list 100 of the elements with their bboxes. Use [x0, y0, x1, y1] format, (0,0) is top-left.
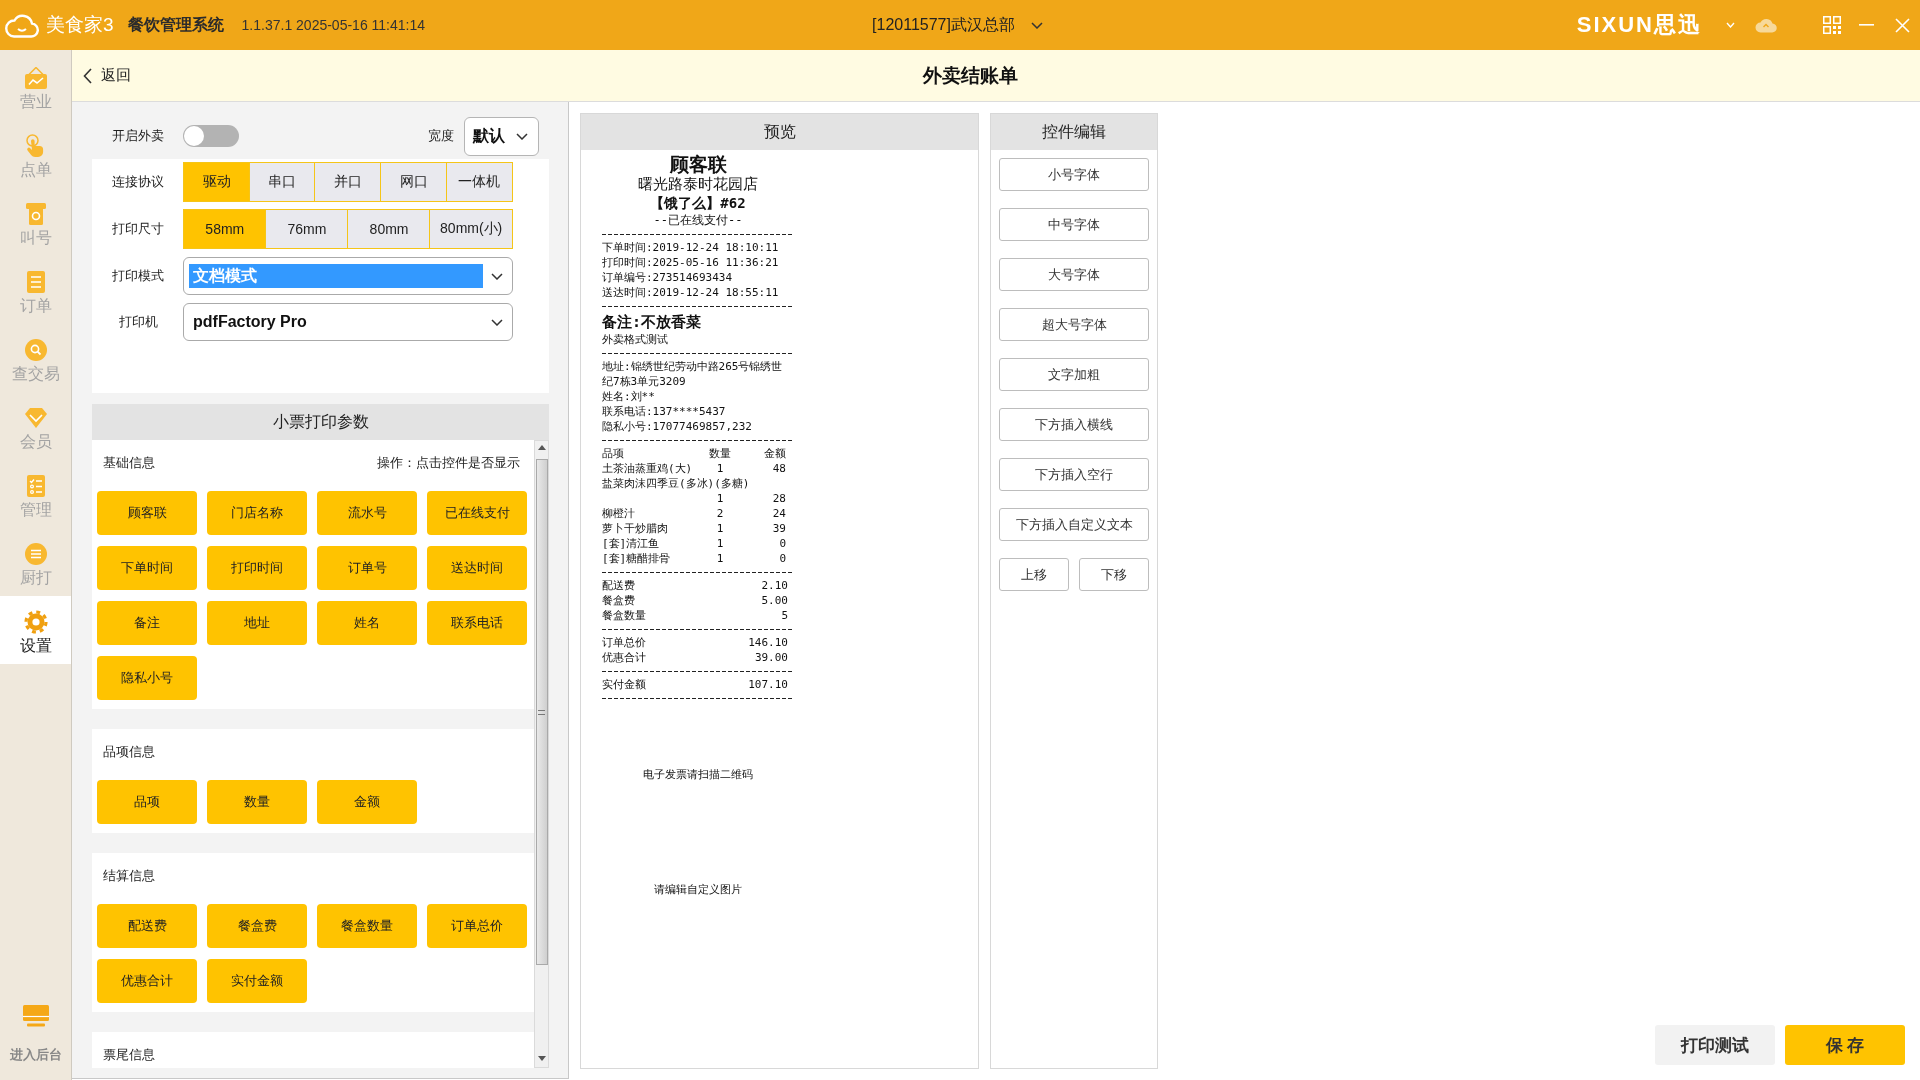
- receipt-field-button[interactable]: 金额: [317, 780, 417, 824]
- receipt-field-button[interactable]: 姓名: [317, 601, 417, 645]
- field-label: 开启外卖: [111, 127, 165, 145]
- receipt-line: 纪7栋3单元3209: [602, 374, 686, 389]
- edit-action-button[interactable]: 超大号字体: [999, 308, 1149, 341]
- receipt-field-button[interactable]: 下单时间: [97, 546, 197, 590]
- chevron-down-icon: [1030, 21, 1043, 29]
- receipt-order-number: 【饿了么】#62: [650, 194, 746, 213]
- item-quantity: 1: [716, 551, 724, 566]
- receipt-field-button[interactable]: 品项: [97, 780, 197, 824]
- receipt-field-button[interactable]: 顾客联: [97, 491, 197, 535]
- receipt-field-button[interactable]: 优惠合计: [97, 959, 197, 1003]
- item-quantity: 2: [716, 506, 724, 521]
- arrow-down-icon[interactable]: [537, 1056, 546, 1061]
- diamond-icon: [23, 406, 48, 430]
- store-selector[interactable]: [12011577]武汉总部: [872, 14, 1043, 36]
- protocol-option[interactable]: 并口: [314, 162, 382, 202]
- item-name: 土茶油蒸重鸡(大): [602, 461, 693, 476]
- receipt-field-button[interactable]: 数量: [207, 780, 307, 824]
- protocol-option[interactable]: 网口: [380, 162, 448, 202]
- item-quantity: 1: [716, 461, 724, 476]
- receipt-field-button[interactable]: 已在线支付: [427, 491, 527, 535]
- protocol-option[interactable]: 一体机: [445, 162, 513, 202]
- item-quantity: 1: [716, 521, 724, 536]
- scrollbar[interactable]: [534, 440, 549, 1068]
- receipt-line: 隐私小号:17077469857,232: [602, 419, 752, 434]
- chevron-down-icon: [491, 272, 503, 280]
- receipt-field-button[interactable]: 流水号: [317, 491, 417, 535]
- receipt-field-button[interactable]: 打印时间: [207, 546, 307, 590]
- field-label: 宽度: [428, 127, 454, 145]
- paper-size-option[interactable]: 80mm(小): [429, 209, 513, 249]
- system-name: 餐饮管理系统: [127, 14, 224, 35]
- save-button[interactable]: 保 存: [1785, 1025, 1905, 1065]
- chevron-down-icon: [491, 318, 503, 326]
- edit-action-button[interactable]: 中号字体: [999, 208, 1149, 241]
- receipt-field-button[interactable]: 门店名称: [207, 491, 307, 535]
- edit-action-button[interactable]: 大号字体: [999, 258, 1149, 291]
- receipt-field-button[interactable]: 备注: [97, 601, 197, 645]
- paper-size-option[interactable]: 76mm: [265, 209, 349, 249]
- section-title: 小票打印参数: [272, 411, 369, 432]
- paper-size-option[interactable]: 58mm: [183, 209, 267, 249]
- receipt-line: 送达时间:2019-12-24 18:55:11: [602, 285, 779, 300]
- print-test-button[interactable]: 打印测试: [1655, 1025, 1775, 1065]
- receipt-field-button[interactable]: 订单总价: [427, 904, 527, 948]
- item-name: 萝卜干炒腊肉: [602, 521, 668, 536]
- receipt-field-button[interactable]: 配送费: [97, 904, 197, 948]
- edit-action-button[interactable]: 下方插入自定义文本: [999, 508, 1149, 541]
- minimize-icon[interactable]: [1859, 24, 1874, 26]
- receipt-field-button[interactable]: 订单号: [317, 546, 417, 590]
- protocol-option[interactable]: 串口: [248, 162, 316, 202]
- edit-action-button[interactable]: 下方插入横线: [999, 408, 1149, 441]
- field-label: 连接协议: [111, 173, 165, 191]
- total-label: 优惠合计: [602, 650, 646, 665]
- item-amount: 24: [772, 506, 786, 521]
- receipt-field-button[interactable]: 送达时间: [427, 546, 527, 590]
- cloud-icon[interactable]: [1755, 17, 1777, 33]
- total-label: 订单总价: [602, 635, 646, 650]
- hint-text: 操作：点击控件是否显示: [377, 454, 520, 472]
- item-amount: 39: [772, 521, 786, 536]
- move-up-button[interactable]: 上移: [999, 558, 1069, 591]
- column-header: 金额: [764, 446, 786, 461]
- receipt-field-button[interactable]: 隐私小号: [97, 656, 197, 700]
- receipt-line: 打印时间:2025-05-16 11:36:21: [602, 255, 779, 270]
- qr-code-hint: 电子发票请扫描二维码: [643, 767, 753, 782]
- search-icon: [23, 338, 48, 362]
- panel-title: 控件编辑: [1042, 121, 1106, 142]
- printer-select[interactable]: pdfFactory Pro: [183, 303, 513, 341]
- edit-action-button[interactable]: 下方插入空行: [999, 458, 1149, 491]
- receipt-note: 备注:不放香菜: [602, 312, 702, 332]
- receipt-line: 订单编号:273514693434: [602, 270, 733, 285]
- width-select[interactable]: 默认: [464, 116, 539, 156]
- edit-action-button[interactable]: 小号字体: [999, 158, 1149, 191]
- field-label: 打印机: [117, 313, 159, 331]
- close-icon[interactable]: [1895, 17, 1910, 33]
- move-down-button[interactable]: 下移: [1079, 558, 1149, 591]
- qr-code-icon[interactable]: [1823, 16, 1841, 34]
- receipt-field-button[interactable]: 餐盒费: [207, 904, 307, 948]
- receipt-field-button[interactable]: 实付金额: [207, 959, 307, 1003]
- group-title: 票尾信息: [103, 1046, 155, 1064]
- item-amount: 0: [779, 536, 786, 551]
- receipt-field-button[interactable]: 地址: [207, 601, 307, 645]
- sidebar-item[interactable]: 设置: [0, 596, 71, 664]
- arrow-up-icon[interactable]: [537, 445, 546, 450]
- column-header: 品项: [602, 446, 624, 461]
- takeout-toggle[interactable]: [183, 125, 239, 147]
- total-value: 146.10: [748, 635, 788, 650]
- receipt-field-button[interactable]: 联系电话: [427, 601, 527, 645]
- protocol-option[interactable]: 驱动: [183, 162, 251, 202]
- field-label: 打印模式: [111, 267, 165, 285]
- edit-action-button[interactable]: 文字加粗: [999, 358, 1149, 391]
- total-label: 实付金额: [602, 677, 646, 692]
- back-button[interactable]: 返回: [83, 66, 131, 85]
- item-amount: 48: [772, 461, 786, 476]
- field-label: 打印尺寸: [111, 220, 165, 238]
- receipt-line: 地址:锦绣世纪劳动中路265号锦绣世: [602, 359, 783, 374]
- fee-label: 配送费: [602, 578, 635, 593]
- paper-size-option[interactable]: 80mm: [347, 209, 431, 249]
- scrollbar-thumb[interactable]: [535, 459, 548, 965]
- receipt-field-button[interactable]: 餐盒数量: [317, 904, 417, 948]
- chevron-down-icon[interactable]: [1726, 22, 1735, 28]
